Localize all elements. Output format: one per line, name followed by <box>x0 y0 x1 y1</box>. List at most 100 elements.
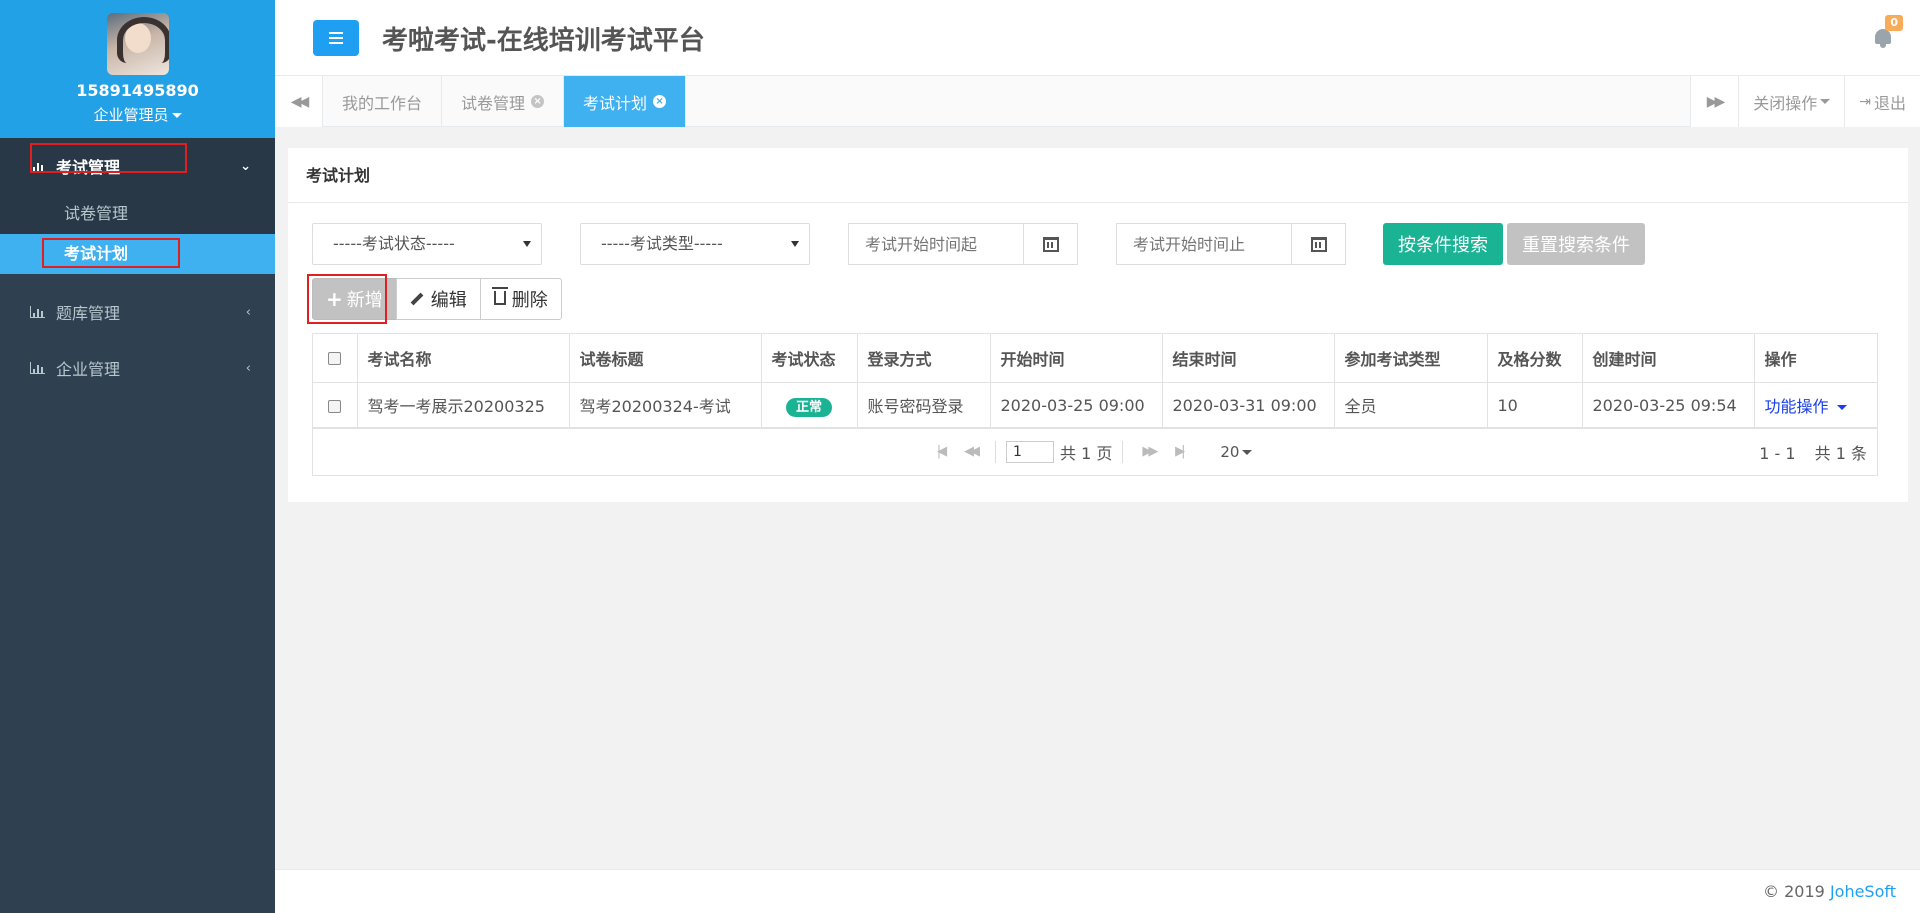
page-size-value: 20 <box>1220 442 1240 461</box>
copyright-text: © 2019 <box>1763 882 1825 901</box>
page-number-input[interactable] <box>1006 440 1054 463</box>
close-operations-dropdown[interactable]: 关闭操作 <box>1738 76 1845 127</box>
calendar-button[interactable] <box>1291 224 1345 264</box>
sidebar-item-label: 企业管理 <box>56 360 121 379</box>
edit-label: 编辑 <box>430 290 467 311</box>
profile-panel: 15891495890 企业管理员 <box>0 0 275 138</box>
calendar-icon <box>1310 236 1327 252</box>
column-header[interactable]: 考试状态 <box>760 334 858 383</box>
delete-label: 删除 <box>511 290 548 311</box>
menu-toggle-button[interactable] <box>313 20 359 56</box>
exam-type-selected: -----考试类型----- <box>601 234 723 253</box>
column-header[interactable]: 结束时间 <box>1161 334 1335 383</box>
tab-list: 我的工作台 试卷管理 × 考试计划 × <box>323 76 687 127</box>
page-size-select[interactable]: 20 <box>1220 442 1253 461</box>
trash-icon <box>491 287 508 305</box>
double-chevron-left-icon: ◀◀ <box>290 93 309 110</box>
highlight-box <box>307 274 387 324</box>
caret-down-icon <box>1836 405 1847 410</box>
close-operations-label: 关闭操作 <box>1753 93 1818 113</box>
sidebar-item-enterprise[interactable]: 企业管理 ‹ <box>0 340 275 396</box>
cell-created-time: 2020-03-25 09:54 <box>1581 381 1755 429</box>
row-actions-dropdown[interactable]: 功能操作 <box>1765 397 1847 416</box>
pager-summary: 1 - 1 共 1 条 <box>1759 440 1867 464</box>
column-header[interactable]: 创建时间 <box>1581 334 1755 383</box>
delete-button[interactable]: 删除 <box>479 278 562 320</box>
cell-pass-score: 10 <box>1486 381 1583 429</box>
user-role-label: 企业管理员 <box>93 106 169 124</box>
first-page-icon[interactable]: |◀ <box>925 440 955 464</box>
caret-down-icon <box>171 113 182 118</box>
reset-search-button[interactable]: 重置搜索条件 <box>1507 223 1645 265</box>
bar-chart-icon <box>30 362 46 374</box>
pager-divider <box>995 440 996 463</box>
column-header: 操作 <box>1753 334 1877 383</box>
row-actions-label: 功能操作 <box>1764 397 1829 416</box>
select-all-checkbox[interactable] <box>328 352 342 366</box>
close-icon[interactable]: × <box>531 95 545 108</box>
tab-paper-management[interactable]: 试卷管理 × <box>442 76 565 127</box>
exam-type-select[interactable]: -----考试类型----- <box>580 223 810 265</box>
tab-scroll-left-button[interactable]: ◀◀ <box>275 76 323 127</box>
chevron-left-icon: ‹ <box>245 360 251 376</box>
status-badge: 正常 <box>785 397 832 417</box>
edit-button[interactable]: 编辑 <box>395 278 481 320</box>
tab-bar-actions: ▶▶ 关闭操作 ⇥ 退出 <box>1689 76 1920 127</box>
last-page-icon[interactable]: ▶| <box>1163 440 1193 464</box>
tab-scroll-right-button[interactable]: ▶▶ <box>1689 76 1739 127</box>
table-header-row: 考试名称 试卷标题 考试状态 登录方式 开始时间 结束时间 参加考试类型 及格分… <box>313 334 1877 383</box>
search-button[interactable]: 按条件搜索 <box>1383 223 1503 265</box>
caret-down-icon <box>791 241 799 247</box>
tab-exam-plan[interactable]: 考试计划 × <box>564 76 687 127</box>
pencil-icon <box>410 292 424 306</box>
start-time-from-input[interactable] <box>849 224 1023 264</box>
sidebar-item-label: 题库管理 <box>56 304 121 323</box>
select-all-cell <box>313 334 358 383</box>
cell-end-time: 2020-03-31 09:00 <box>1161 381 1335 429</box>
calendar-icon <box>1042 236 1059 252</box>
caret-down-icon <box>1242 449 1253 455</box>
chevron-down-icon: ⌄ <box>240 158 251 174</box>
tab-workbench[interactable]: 我的工作台 <box>323 76 443 127</box>
start-time-to-input[interactable] <box>1117 224 1291 264</box>
bar-chart-icon <box>30 306 46 318</box>
next-page-icon[interactable]: ▶▶ <box>1133 440 1163 464</box>
highlight-box <box>42 238 180 268</box>
caret-down-icon <box>523 241 531 247</box>
logout-button[interactable]: ⇥ 退出 <box>1844 76 1920 127</box>
sidebar-item-question-bank[interactable]: 题库管理 ‹ <box>0 284 275 340</box>
start-time-from-field <box>848 223 1078 265</box>
exam-plan-table: 考试名称 试卷标题 考试状态 登录方式 开始时间 结束时间 参加考试类型 及格分… <box>312 333 1878 476</box>
column-header[interactable]: 试卷标题 <box>568 334 762 383</box>
pager-spacer <box>1203 441 1204 463</box>
user-role-dropdown[interactable]: 企业管理员 <box>0 104 275 125</box>
prev-page-icon[interactable]: ◀◀ <box>955 440 985 464</box>
sidebar-subitem-paper-management[interactable]: 试卷管理 <box>0 194 275 234</box>
brand-link[interactable]: JoheSoft <box>1830 882 1896 901</box>
exam-status-select[interactable]: -----考试状态----- <box>312 223 542 265</box>
top-header: 考啦考试-在线培训考试平台 0 <box>275 0 1920 76</box>
tab-label: 我的工作台 <box>342 93 423 113</box>
calendar-button[interactable] <box>1023 224 1077 264</box>
cell-actions: 功能操作 <box>1753 381 1877 429</box>
avatar[interactable] <box>106 13 169 75</box>
logout-label: 退出 <box>1873 93 1906 113</box>
column-header[interactable]: 及格分数 <box>1486 334 1583 383</box>
cell-login-method: 账号密码登录 <box>856 381 991 429</box>
notification-badge: 0 <box>1885 15 1903 31</box>
close-icon[interactable]: × <box>653 95 667 108</box>
record-range: 1 - 1 <box>1759 443 1796 463</box>
tab-bar: ◀◀ 我的工作台 试卷管理 × 考试计划 × ▶▶ 关闭操作 ⇥ 退出 <box>275 76 1920 127</box>
search-filters: -----考试状态----- -----考试类型----- 按条件搜索 重置搜索… <box>312 223 1908 265</box>
column-header[interactable]: 开始时间 <box>989 334 1163 383</box>
highlight-box <box>30 143 187 173</box>
column-header[interactable]: 参加考试类型 <box>1333 334 1488 383</box>
cell-exam-status: 正常 <box>760 381 858 429</box>
app-title: 考啦考试-在线培训考试平台 <box>382 26 705 56</box>
double-chevron-right-icon: ▶▶ <box>1706 93 1725 110</box>
column-header[interactable]: 考试名称 <box>356 334 570 383</box>
pagination: |◀ ◀◀ 共 1 页 ▶▶ ▶| 20 1 - 1 共 1 条 <box>313 427 1877 475</box>
row-checkbox[interactable] <box>328 399 342 413</box>
table-row[interactable]: 驾考一考展示20200325 驾考20200324-考试 正常 账号密码登录 2… <box>313 381 1877 429</box>
column-header[interactable]: 登录方式 <box>856 334 991 383</box>
